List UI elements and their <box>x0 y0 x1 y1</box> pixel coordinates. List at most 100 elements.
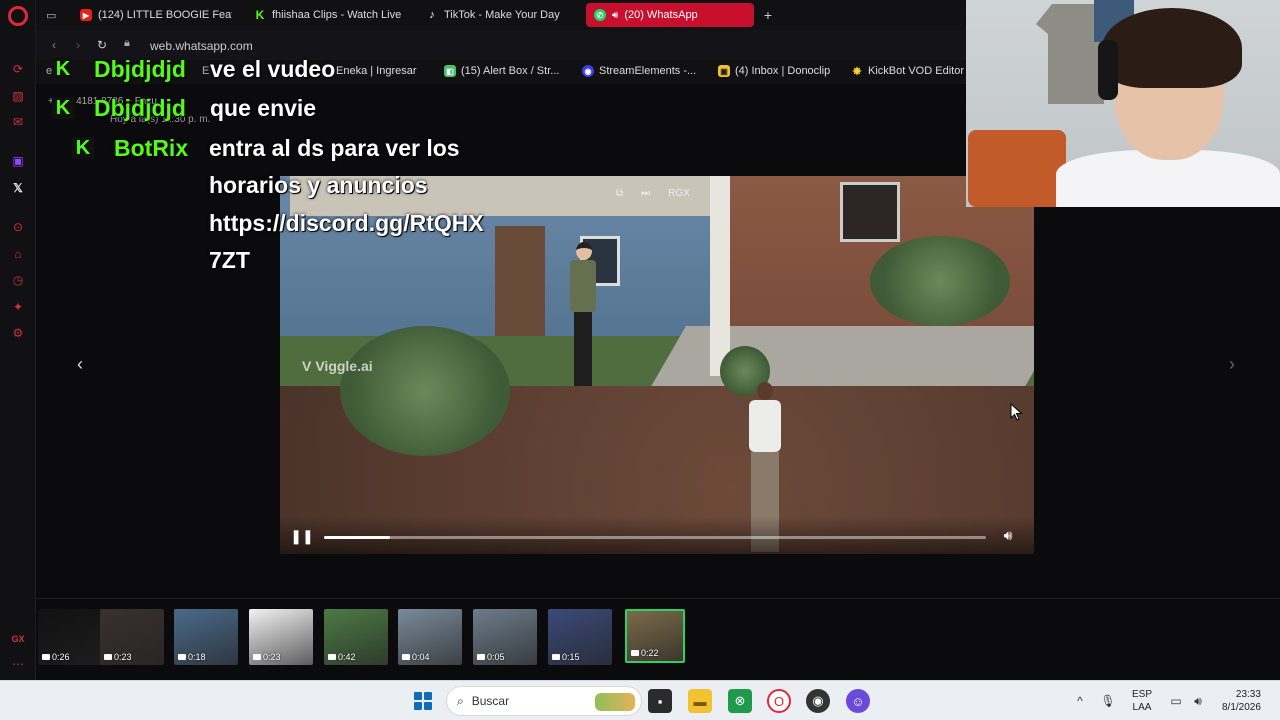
windows-taskbar: ⌕ Buscar ▪ ▬ ⊗ O ◉ ☺ ^ 🎙︎ ESP LAA ▭ 🔊︎ 2… <box>0 680 1280 720</box>
network-icon[interactable]: ▭ <box>1168 693 1184 709</box>
overlay-message: ve el vudeo <box>210 56 336 82</box>
tab-label: fhiishaa Clips - Watch Live <box>272 9 402 21</box>
back-button[interactable]: ‹ <box>46 37 62 53</box>
bookmark-eneka[interactable]: Eneka | Ingresar <box>336 65 417 77</box>
webcam-overlay <box>966 0 1280 207</box>
opera-sidebar: ⟳ ▨ ✉ ▣ 𝕏 ⊙ ⌂ ◷ ✦ ⚙ GX ⋯ <box>0 0 36 680</box>
taskbar-search[interactable]: ⌕ Buscar <box>446 686 642 716</box>
pause-button[interactable]: ❚❚ <box>290 528 313 544</box>
refresh-sidebar-icon[interactable]: ⟳ <box>9 60 27 78</box>
video-progress-bar[interactable] <box>324 536 986 539</box>
xbox-icon[interactable]: ⊗ <box>728 689 752 713</box>
donoclip-icon: ▣ <box>718 65 730 77</box>
search-placeholder: Buscar <box>471 694 510 708</box>
whatsapp-icon: ✆ <box>594 9 606 21</box>
media-thumbnail[interactable]: 0:18 <box>174 609 238 665</box>
tab-strip-toggle[interactable]: ▭ <box>42 3 62 27</box>
video-person-on-porch <box>570 242 596 392</box>
twitch-sidebar-icon[interactable]: ▨ <box>9 87 27 105</box>
lock-icon: 🔒︎ <box>124 37 130 49</box>
video-door <box>495 226 545 336</box>
video-window-2 <box>840 182 900 242</box>
webcam-chair <box>968 130 1066 207</box>
opera-logo-icon[interactable] <box>8 6 28 26</box>
tab-label: TikTok - Make Your Day <box>444 9 560 21</box>
mail-sidebar-icon[interactable]: ✉ <box>9 113 27 131</box>
new-tab-button[interactable]: + <box>759 6 777 24</box>
overlay-username: Dbjdjdjd <box>94 56 186 82</box>
skip-icon[interactable]: ⏭︎ <box>641 188 650 199</box>
video-progress-fill <box>324 536 391 539</box>
clock[interactable]: 23:33 8/1/2026 <box>1222 688 1261 714</box>
bookmark-partial-2[interactable]: E <box>202 65 209 77</box>
alert-box-icon: ◧ <box>444 65 456 77</box>
gx-icon[interactable]: GX <box>9 630 27 648</box>
opera-gx-taskbar-icon[interactable]: O <box>767 689 791 713</box>
tab-whatsapp[interactable]: ✆ 🔊︎ (20) WhatsApp <box>586 3 754 27</box>
media-thumbnail[interactable]: 0:42 <box>324 609 388 665</box>
screen: ⟳ ▨ ✉ ▣ 𝕏 ⊙ ⌂ ◷ ✦ ⚙ GX ⋯ ▭ ▶ (124) LITTL… <box>0 0 1280 720</box>
forward-button[interactable]: › <box>70 37 86 53</box>
more-icon[interactable]: ⋯ <box>9 655 27 673</box>
tab-youtube[interactable]: ▶ (124) LITTLE BOOGIE Feat <box>72 3 232 27</box>
settings-icon[interactable]: ⚙ <box>9 324 27 342</box>
youtube-icon: ▶ <box>80 9 92 21</box>
next-media-button[interactable]: › <box>1222 354 1242 374</box>
overlay-message: horarios y anuncios <box>209 172 428 198</box>
tab-kick[interactable]: K fhiishaa Clips - Watch Live <box>246 3 406 27</box>
twitch-icon[interactable]: ▣ <box>9 152 27 170</box>
volume-button[interactable]: 🔊︎ <box>996 526 1020 544</box>
bookmark-kickbot[interactable]: ✸ KickBot VOD Editor <box>851 65 964 78</box>
media-thumbnail[interactable]: 0:23 <box>249 609 313 665</box>
media-thumbnail[interactable]: 0:04 <box>398 609 462 665</box>
overlay-message: 7ZT <box>209 247 250 273</box>
video-bush <box>340 326 510 456</box>
overlay-message: https://discord.gg/RtQHX <box>209 210 484 236</box>
media-thumbnail[interactable]: 0:15 <box>548 609 612 665</box>
webcam-headset <box>1098 40 1118 100</box>
overlay-message: entra al ds para ver los <box>209 135 460 161</box>
player-icon[interactable]: ⊙ <box>9 218 27 236</box>
url-field[interactable]: web.whatsapp.com <box>150 39 253 53</box>
tab-bar: ▭ ▶ (124) LITTLE BOOGIE Feat K fhiishaa … <box>36 0 966 30</box>
reload-button[interactable]: ↻ <box>94 37 110 53</box>
overlay-username: BotRix <box>114 135 189 161</box>
language-indicator[interactable]: ESP LAA <box>1132 688 1152 714</box>
extensions-icon[interactable]: ✦ <box>9 298 27 316</box>
media-thumbnail[interactable]: 0:23 <box>100 609 164 665</box>
x-icon[interactable]: 𝕏 <box>9 179 27 197</box>
bookmark-streamelements[interactable]: ◉ StreamElements -... <box>582 65 696 77</box>
windows-start-icon[interactable] <box>414 692 432 710</box>
media-thumbnail-active[interactable]: 0:22 <box>625 609 685 663</box>
kickbot-icon: ✸ <box>852 65 862 78</box>
volume-icon[interactable]: 🔊︎ <box>1190 693 1206 709</box>
show-hidden-icons-icon[interactable]: ^ <box>1072 693 1088 709</box>
file-explorer-icon[interactable]: ▬ <box>688 689 712 713</box>
video-controls: ❚❚ 🔊︎ <box>280 516 1034 554</box>
obs-icon[interactable]: ◉ <box>806 689 830 713</box>
pin-icon[interactable]: ⌂ <box>9 245 27 263</box>
task-view-icon[interactable]: ▪ <box>648 689 672 713</box>
tab-tiktok[interactable]: ♪ TikTok - Make Your Day <box>418 3 578 27</box>
bookmark-alert-box[interactable]: ◧ (15) Alert Box / Str... <box>444 65 559 77</box>
popout-icon[interactable]: ⧉ <box>616 188 623 199</box>
webcam-hair <box>1102 8 1242 88</box>
media-thumbnail[interactable]: 0:05 <box>473 609 537 665</box>
video-top-toolbar: ⧉ ⏭︎ RGX <box>616 188 690 199</box>
history-icon[interactable]: ◷ <box>9 271 27 289</box>
search-highlight-image <box>595 693 635 711</box>
video-watermark: V Viggle.ai <box>302 358 373 374</box>
discord-icon[interactable]: ☺ <box>846 689 870 713</box>
media-thumbnail[interactable]: 0:26 <box>38 609 102 665</box>
kick-badge-icon: K <box>52 58 74 80</box>
speaker-icon: 🔊︎ <box>612 9 619 21</box>
mouse-cursor-icon <box>1010 403 1023 421</box>
streamelements-icon: ◉ <box>582 65 594 77</box>
microphone-icon[interactable]: 🎙︎ <box>1100 693 1116 709</box>
kick-badge-icon: K <box>72 137 94 159</box>
tiktok-icon: ♪ <box>429 9 435 21</box>
overlay-message: que envie <box>210 95 317 121</box>
bookmark-donoclip[interactable]: ▣ (4) Inbox | Donoclip <box>718 65 830 77</box>
previous-media-button[interactable]: ‹ <box>70 354 90 374</box>
video-pillar <box>710 176 730 376</box>
